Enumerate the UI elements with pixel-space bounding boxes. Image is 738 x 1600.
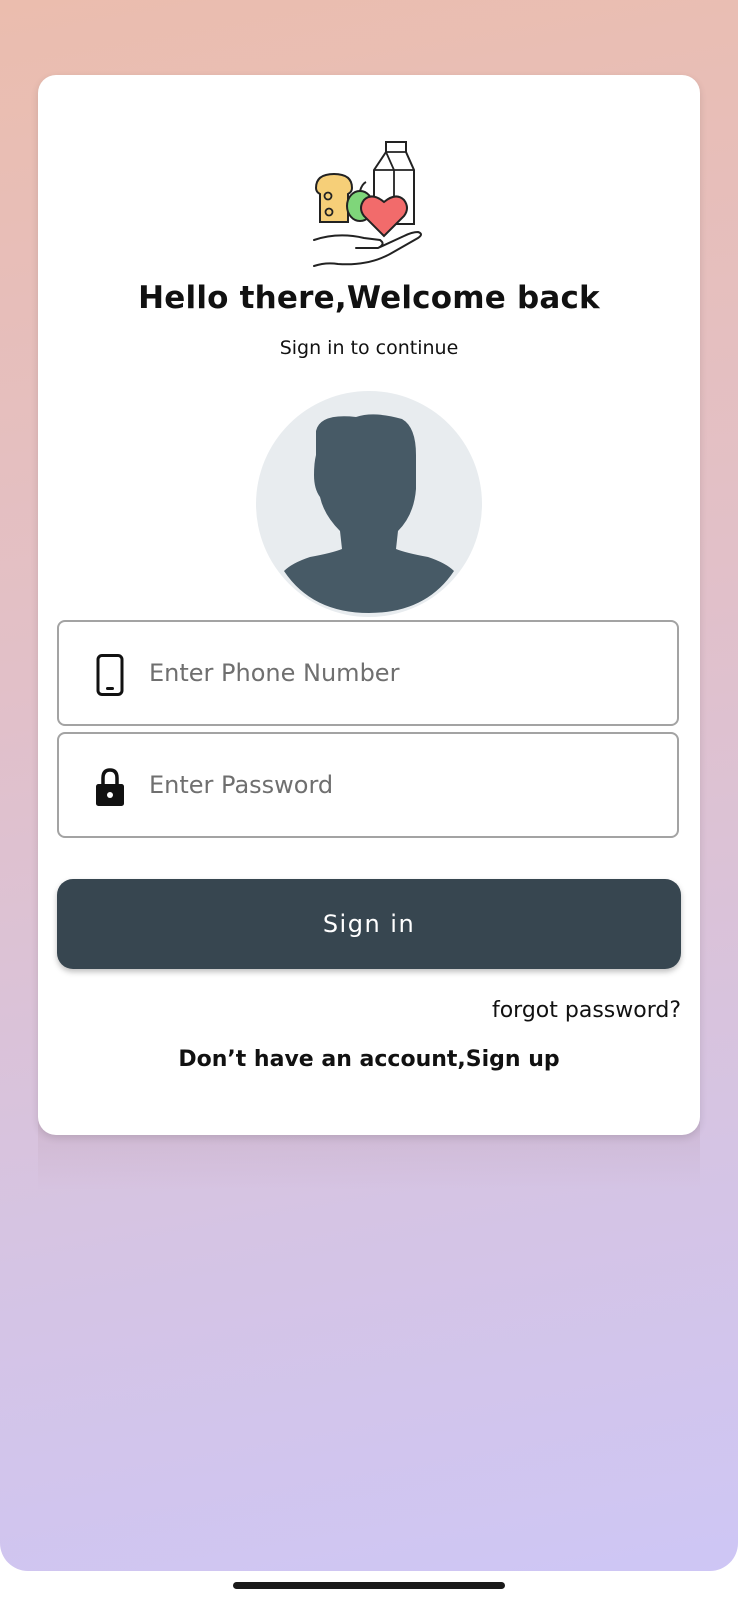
grocery-donation-icon bbox=[313, 141, 422, 267]
page-title: Hello there,Welcome back bbox=[138, 280, 600, 316]
app-screen: Hello there,Welcome back Sign in to cont… bbox=[0, 0, 738, 1571]
login-card: Hello there,Welcome back Sign in to cont… bbox=[38, 75, 700, 1135]
sign-up-link[interactable]: Don’t have an account,Sign up bbox=[38, 1047, 700, 1072]
forgot-password-link[interactable]: forgot password? bbox=[492, 998, 681, 1023]
password-field[interactable] bbox=[57, 732, 679, 838]
page-subtitle: Sign in to continue bbox=[279, 337, 459, 359]
phone-input[interactable] bbox=[149, 622, 649, 724]
user-silhouette-icon bbox=[284, 414, 454, 613]
password-input[interactable] bbox=[149, 734, 649, 836]
phone-field[interactable] bbox=[57, 620, 679, 726]
home-indicator bbox=[233, 1582, 505, 1589]
lock-icon bbox=[96, 768, 124, 806]
phone-icon bbox=[96, 654, 124, 696]
avatar bbox=[256, 391, 482, 617]
sign-in-button[interactable]: Sign in bbox=[57, 879, 681, 969]
